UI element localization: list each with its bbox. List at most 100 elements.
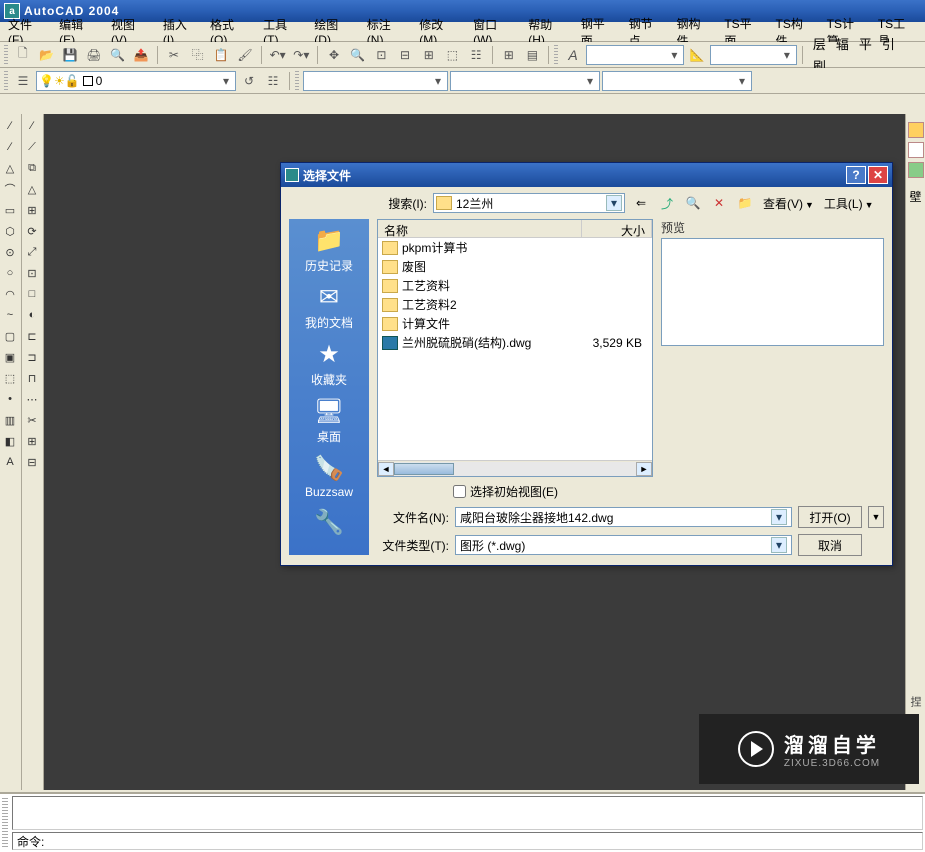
command-input[interactable]: 命令: <box>12 832 923 850</box>
place-desktop[interactable]: 🖥桌面 <box>311 396 347 445</box>
paste-button[interactable]: 📋 <box>210 44 232 66</box>
zoom-rt-button[interactable]: 🔍 <box>347 44 369 66</box>
modify-tool[interactable]: ◐ <box>22 305 42 325</box>
zoom-all-button[interactable]: ⬚ <box>442 44 464 66</box>
palette-icon[interactable] <box>908 142 924 158</box>
search-button[interactable]: 🔍 <box>683 193 703 213</box>
match-button[interactable]: 🖌 <box>234 44 256 66</box>
draw-tool[interactable]: ⬡ <box>0 221 20 241</box>
layer-prev-button[interactable]: ↺ <box>238 70 260 92</box>
modify-tool[interactable]: ⊞ <box>22 431 42 451</box>
place-history[interactable]: 📁历史记录 <box>305 225 353 274</box>
draw-tool[interactable]: ▢ <box>0 326 20 346</box>
column-size[interactable]: 大小 <box>582 220 652 237</box>
modify-tool[interactable]: ⊟ <box>22 452 42 472</box>
style-icon[interactable]: A <box>562 44 584 66</box>
open-button[interactable]: 打开(O) <box>798 506 862 528</box>
modify-tool[interactable]: △ <box>22 179 42 199</box>
color-combo[interactable]: ▾ <box>303 71 448 91</box>
command-grip[interactable] <box>2 798 8 848</box>
draw-tool[interactable]: ⌒ <box>0 179 20 199</box>
dimstyle-icon[interactable]: 📐 <box>686 44 708 66</box>
draw-tool[interactable]: A <box>0 452 20 472</box>
modify-tool[interactable]: ⊏ <box>22 326 42 346</box>
toolbar-grip[interactable] <box>4 45 8 65</box>
scroll-right-button[interactable]: ► <box>636 462 652 476</box>
zoom-window-button[interactable]: ⊡ <box>371 44 393 66</box>
layer-manager-button[interactable]: ☰ <box>12 70 34 92</box>
modify-tool[interactable]: ∕ <box>22 116 42 136</box>
file-item[interactable]: 工艺资料 <box>378 276 652 295</box>
modify-tool[interactable]: ⊓ <box>22 368 42 388</box>
draw-tool[interactable]: ○ <box>0 263 20 283</box>
filename-input[interactable]: 咸阳台玻除尘器接地142.dwg▾ <box>455 507 792 527</box>
file-item[interactable]: pkpm计算书 <box>378 238 652 257</box>
draw-tool[interactable]: ⊙ <box>0 242 20 262</box>
open-button[interactable]: 📂 <box>36 44 58 66</box>
design-center-button[interactable]: ⊞ <box>498 44 520 66</box>
modify-tool[interactable]: ⟋ <box>22 137 42 157</box>
pan-button[interactable]: ✥ <box>323 44 345 66</box>
up-button[interactable]: ⤴ <box>657 193 677 213</box>
folder-combo[interactable]: 12兰州 ▾ <box>433 193 625 213</box>
modify-tool[interactable]: □ <box>22 284 42 304</box>
modify-tool[interactable]: ⊡ <box>22 263 42 283</box>
zoom-button[interactable]: ⊞ <box>418 44 440 66</box>
modify-tool[interactable]: ⊐ <box>22 347 42 367</box>
palette-icon[interactable] <box>908 162 924 178</box>
dialog-titlebar[interactable]: 选择文件 ? ✕ <box>281 163 892 187</box>
modify-tool[interactable]: ⟳ <box>22 221 42 241</box>
tools-menu[interactable]: 工具(L)▼ <box>822 195 876 212</box>
place-buzzsaw[interactable]: 🪚Buzzsaw <box>305 453 353 499</box>
place-ftp[interactable]: 🔧 <box>311 507 347 539</box>
draw-tool[interactable]: ⬚ <box>0 368 20 388</box>
draw-tool[interactable]: ∕ <box>0 137 20 157</box>
file-item[interactable]: 工艺资料2 <box>378 295 652 314</box>
file-item[interactable]: 兰州脱硫脱硝(结构).dwg3,529 KB <box>378 333 652 352</box>
draw-tool[interactable]: ◠ <box>0 284 20 304</box>
redo-button[interactable]: ↷▾ <box>290 44 312 66</box>
tool-palette-button[interactable]: ▤ <box>522 44 544 66</box>
modify-tool[interactable]: ⤢ <box>22 242 42 262</box>
draw-tool[interactable]: ▣ <box>0 347 20 367</box>
scroll-left-button[interactable]: ◄ <box>378 462 394 476</box>
modify-tool[interactable]: ⧉ <box>22 158 42 178</box>
toolbar-grip[interactable] <box>4 71 8 91</box>
filetype-combo[interactable]: 图形 (*.dwg)▾ <box>455 535 792 555</box>
palette-icon[interactable] <box>908 122 924 138</box>
draw-tool[interactable]: △ <box>0 158 20 178</box>
place-favorites[interactable]: ★收藏夹 <box>311 339 347 388</box>
draw-tool[interactable]: ▭ <box>0 200 20 220</box>
layer-states-button[interactable]: ☷ <box>262 70 284 92</box>
draw-tool[interactable]: ~ <box>0 305 20 325</box>
initial-view-checkbox[interactable] <box>453 485 466 498</box>
draw-tool[interactable]: • <box>0 389 20 409</box>
place-mydocs[interactable]: ✉我的文档 <box>305 282 353 331</box>
copy-button[interactable]: ⿻ <box>187 44 209 66</box>
toolbar-text-button[interactable]: 平 <box>854 33 877 55</box>
toolbar-text-button[interactable]: 层 <box>808 33 831 55</box>
command-history[interactable] <box>12 796 923 830</box>
column-name[interactable]: 名称 <box>378 220 582 237</box>
toolbar-grip[interactable] <box>554 45 558 65</box>
textstyle-combo[interactable]: ▾ <box>586 45 685 65</box>
horizontal-scrollbar[interactable]: ◄ ► <box>378 460 652 476</box>
toolbar-text-button[interactable]: 引 <box>877 33 900 55</box>
cut-button[interactable]: ✂ <box>163 44 185 66</box>
modify-tool[interactable]: ⋯ <box>22 389 42 409</box>
linetype-combo[interactable]: ▾ <box>450 71 600 91</box>
save-button[interactable]: 💾 <box>59 44 81 66</box>
scroll-thumb[interactable] <box>394 463 454 475</box>
new-button[interactable]: 🗋 <box>12 44 34 66</box>
properties-button[interactable]: ☷ <box>465 44 487 66</box>
help-button[interactable]: ? <box>846 166 866 184</box>
draw-tool[interactable]: ◧ <box>0 431 20 451</box>
cancel-button[interactable]: 取消 <box>798 534 862 556</box>
dimstyle-combo[interactable]: ▾ <box>710 45 797 65</box>
modify-tool[interactable]: ✂ <box>22 410 42 430</box>
back-button[interactable]: ⇐ <box>631 193 651 213</box>
undo-button[interactable]: ↶▾ <box>267 44 289 66</box>
print-button[interactable]: 🖨 <box>83 44 105 66</box>
zoom-prev-button[interactable]: ⊟ <box>394 44 416 66</box>
file-list-header[interactable]: 名称 大小 <box>378 220 652 238</box>
